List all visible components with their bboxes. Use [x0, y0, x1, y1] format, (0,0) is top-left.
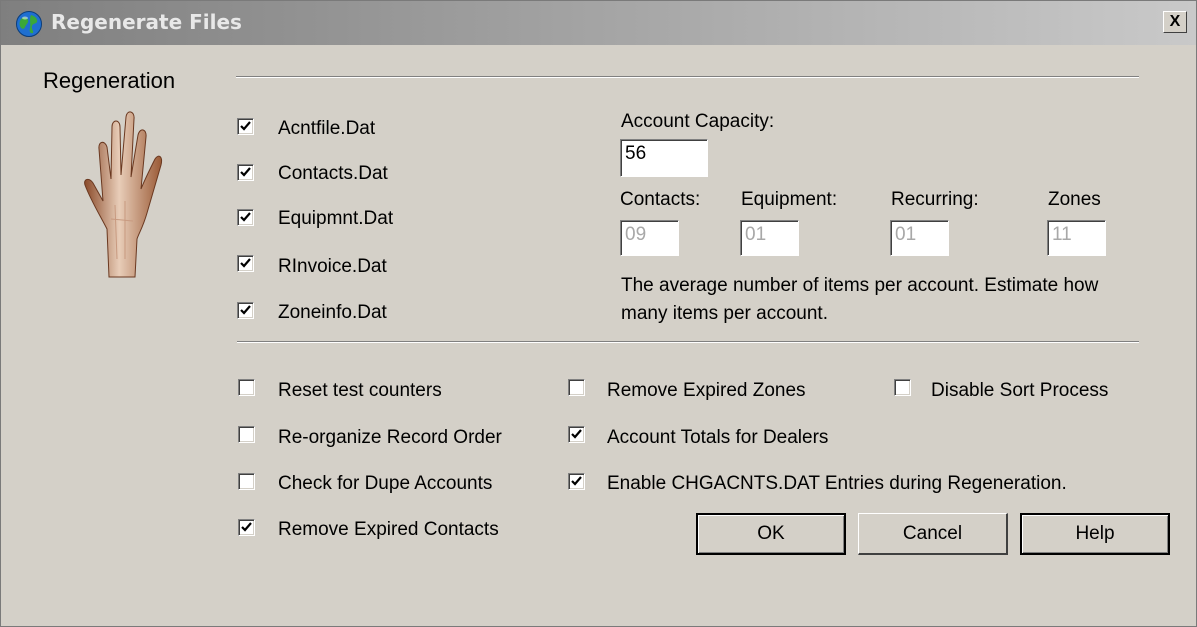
regeneration-label: Regeneration [43, 68, 176, 93]
account-totals-dealers-label: Account Totals for Dealers [607, 427, 829, 448]
contacts-checkbox[interactable] [237, 164, 254, 181]
checkmark-icon [240, 258, 251, 268]
recurring-capacity-input[interactable]: 01 [890, 220, 949, 256]
close-button[interactable]: X [1163, 11, 1187, 33]
disable-sort-process-checkbox[interactable] [894, 379, 911, 396]
equipmnt-checkbox[interactable] [237, 209, 254, 226]
reorganize-record-order-label: Re-organize Record Order [278, 427, 502, 448]
options-divider [237, 341, 1139, 343]
capacity-note-line2: many items per account. [621, 303, 828, 324]
globe-icon [16, 11, 42, 37]
zoneinfo-label: Zoneinfo.Dat [278, 302, 387, 323]
check-dupe-accounts-label: Check for Dupe Accounts [278, 473, 493, 494]
checkmark-icon [240, 121, 251, 131]
remove-expired-zones-checkbox[interactable] [568, 379, 585, 396]
checkmark-icon [240, 212, 251, 222]
title-bar[interactable]: Regenerate Files X [1, 1, 1196, 45]
acntfile-label: Acntfile.Dat [278, 118, 376, 139]
zoneinfo-checkbox[interactable] [237, 302, 254, 319]
recurring-capacity-label: Recurring: [891, 189, 979, 210]
zones-capacity-input[interactable]: 11 [1047, 220, 1106, 256]
account-capacity-input[interactable]: 56 [620, 139, 708, 177]
equipment-capacity-input[interactable]: 01 [740, 220, 799, 256]
zones-capacity-label: Zones [1048, 189, 1101, 210]
reorganize-record-order-checkbox[interactable] [238, 426, 255, 443]
close-icon: X [1169, 13, 1181, 30]
window-title: Regenerate Files [51, 10, 242, 34]
account-totals-dealers-checkbox[interactable] [568, 426, 585, 443]
remove-expired-contacts-checkbox[interactable] [238, 519, 255, 536]
enable-chgacnts-label: Enable CHGACNTS.DAT Entries during Regen… [607, 473, 1067, 494]
checkmark-icon [241, 522, 252, 532]
help-button[interactable]: Help [1020, 513, 1170, 555]
hand-image [84, 111, 162, 278]
rinvoice-label: RInvoice.Dat [278, 256, 387, 277]
rinvoice-checkbox[interactable] [237, 255, 254, 272]
checkmark-icon [240, 167, 251, 177]
contacts-capacity-input[interactable]: 09 [620, 220, 679, 256]
regeneration-divider [236, 76, 1139, 78]
ok-button[interactable]: OK [696, 513, 846, 555]
acntfile-checkbox[interactable] [237, 118, 254, 135]
disable-sort-process-label: Disable Sort Process [931, 380, 1109, 401]
contacts-capacity-label: Contacts: [620, 189, 701, 210]
remove-expired-zones-label: Remove Expired Zones [607, 380, 806, 401]
capacity-note-line1: The average number of items per account.… [621, 275, 1099, 296]
reset-test-counters-checkbox[interactable] [238, 379, 255, 396]
account-capacity-label: Account Capacity: [621, 111, 775, 132]
check-dupe-accounts-checkbox[interactable] [238, 473, 255, 490]
equipment-capacity-label: Equipment: [741, 189, 838, 210]
cancel-button[interactable]: Cancel [858, 513, 1008, 555]
checkmark-icon [571, 429, 582, 439]
regenerate-files-dialog: Regenerate Files X Regeneration Acntfile… [0, 0, 1197, 627]
equipmnt-label: Equipmnt.Dat [278, 208, 394, 229]
contacts-label: Contacts.Dat [278, 163, 388, 184]
reset-test-counters-label: Reset test counters [278, 380, 442, 401]
remove-expired-contacts-label: Remove Expired Contacts [278, 519, 499, 540]
checkmark-icon [240, 305, 251, 315]
enable-chgacnts-checkbox[interactable] [568, 473, 585, 490]
checkmark-icon [571, 476, 582, 486]
